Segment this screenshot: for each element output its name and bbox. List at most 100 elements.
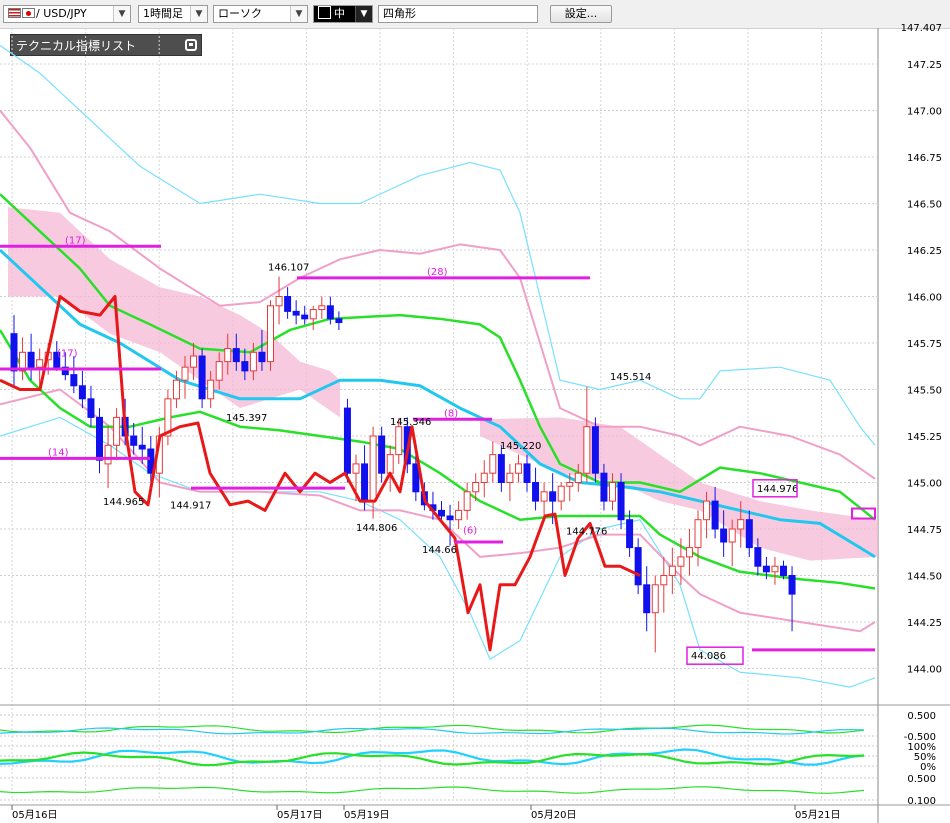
price-annotation-label: 145.514	[610, 372, 651, 383]
price-annotation-label: 144.917	[170, 501, 211, 512]
y-tick-label: 147.407	[901, 23, 942, 34]
candle-up	[309, 309, 317, 320]
x-tick-label: 05月19日	[344, 809, 389, 821]
candle-up	[224, 348, 232, 363]
candle-up	[771, 565, 779, 573]
candle-down	[762, 565, 770, 573]
x-tick-label: 05月16日	[12, 809, 57, 821]
ichimoku-cloud	[480, 417, 878, 561]
candle-up	[318, 305, 326, 311]
candle-up	[172, 379, 180, 400]
candle-up	[472, 482, 480, 493]
y-tick-label: 145.50	[907, 386, 942, 397]
candle-up	[514, 463, 522, 474]
candle-down	[549, 491, 557, 502]
candle-down	[523, 463, 531, 483]
candle-up	[455, 509, 463, 521]
candle-down	[284, 296, 292, 312]
y-tick-label: 146.00	[907, 293, 942, 304]
price-annotation-label: 144.806	[356, 523, 397, 534]
candle-down	[446, 515, 454, 521]
candle-down	[497, 454, 505, 484]
price-chart[interactable]: 147.25 147.00 146.75 146.50 146.25 146.00 145.…	[0, 0, 950, 823]
candle-up	[651, 584, 659, 614]
candle-down	[232, 348, 240, 363]
candle-up	[275, 296, 283, 307]
candle-up	[207, 379, 215, 400]
price-annotation-label: 146.107	[268, 262, 309, 273]
x-tick-label: 05月21日	[795, 809, 840, 821]
candle-up	[728, 528, 736, 543]
candle-down	[138, 444, 146, 450]
oscillator-line	[0, 727, 865, 735]
period-label: (17)	[65, 235, 86, 246]
candle-up	[583, 426, 591, 474]
candle-up	[489, 454, 497, 474]
candle-up	[677, 556, 685, 567]
candle-down	[745, 519, 753, 549]
candle-up	[685, 547, 693, 558]
candle-down	[130, 435, 138, 446]
candle-up	[181, 366, 189, 381]
candle-up	[574, 472, 582, 484]
oscillator-line	[0, 786, 865, 794]
candle-down	[591, 426, 599, 474]
price-annotation-label: 145.346	[390, 417, 431, 428]
y-tick-label: 144.75	[907, 525, 942, 536]
candle-down	[292, 310, 300, 316]
candle-up	[609, 482, 616, 502]
candle-down	[78, 385, 86, 400]
candle-up	[249, 351, 257, 372]
price-annotation-label: 144.66	[422, 545, 457, 556]
candle-down	[788, 575, 796, 595]
rci-line	[0, 295, 641, 652]
y-tick-label: 147.00	[907, 107, 942, 118]
candle-down	[438, 509, 445, 517]
price-annotation-label: 44.086	[691, 651, 726, 662]
candle-up	[386, 454, 394, 474]
candle-down	[378, 435, 386, 474]
candle-up	[540, 491, 548, 502]
candle-down	[198, 355, 206, 400]
candle-up	[36, 359, 44, 368]
candle-up	[737, 519, 745, 530]
candle-down	[70, 374, 78, 387]
y-tick-label: 145.25	[907, 432, 942, 443]
candle-down	[87, 398, 95, 418]
period-label: (17)	[57, 349, 78, 360]
candle-down	[335, 318, 343, 324]
candle-down	[241, 361, 249, 372]
sub-axis-label: 0.500	[907, 774, 936, 785]
candle-down	[754, 547, 762, 567]
candle-down	[361, 463, 369, 502]
x-tick-label: 05月17日	[277, 809, 322, 821]
candle-down	[617, 482, 625, 521]
period-label: (6)	[463, 525, 477, 536]
candle-down	[626, 519, 634, 549]
candle-down	[96, 416, 103, 461]
candle-up	[352, 463, 360, 474]
candle-up	[557, 485, 565, 502]
candle-down	[643, 584, 651, 614]
candle-down	[326, 305, 334, 320]
candle-up	[395, 426, 403, 456]
candle-down	[301, 314, 309, 320]
candle-up	[267, 305, 274, 363]
y-tick-label: 146.75	[907, 153, 942, 164]
period-label: (8)	[444, 408, 458, 419]
candle-up	[480, 472, 488, 484]
candle-up	[463, 491, 471, 511]
candle-down	[10, 333, 18, 372]
candle-up	[566, 482, 574, 487]
candle-down	[532, 482, 540, 502]
candle-down	[780, 565, 787, 577]
candle-down	[600, 472, 608, 502]
y-tick-label: 144.25	[907, 618, 942, 629]
period-label: (14)	[48, 447, 69, 458]
candle-up	[506, 472, 514, 484]
candle-up	[104, 444, 112, 465]
price-annotation-label: 144.776	[566, 527, 607, 538]
period-label: (28)	[427, 267, 448, 278]
y-tick-label: 146.50	[907, 200, 942, 211]
y-tick-label: 147.25	[907, 60, 942, 71]
